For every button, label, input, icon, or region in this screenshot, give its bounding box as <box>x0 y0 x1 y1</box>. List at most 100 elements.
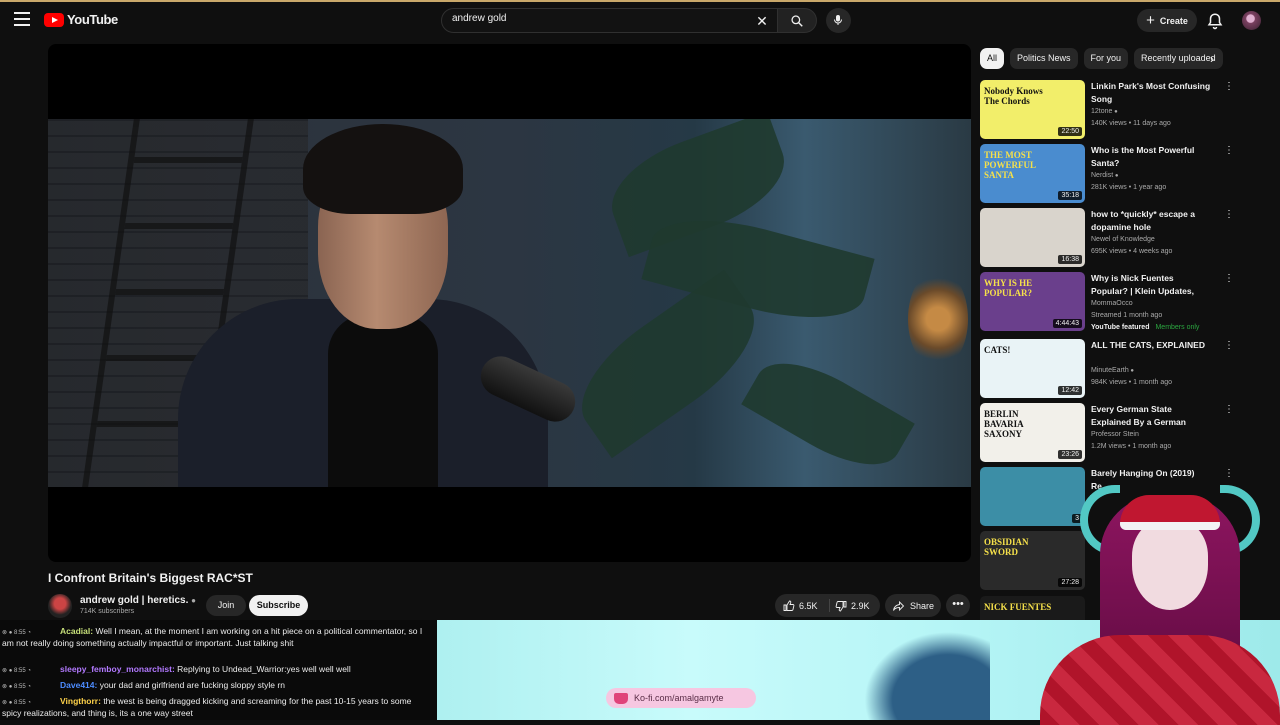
kofi-text: Ko-fi.com/amalgamyte <box>634 693 724 703</box>
search-button[interactable] <box>777 8 817 33</box>
video-thumbnail[interactable]: THE MOST POWERFUL SANTA 35:18 <box>980 144 1085 203</box>
menu-icon[interactable] <box>14 12 30 26</box>
dislike-button[interactable]: 2.9K <box>835 600 870 612</box>
chat-badges-icon: ⊗ ● 8:55 ◔ <box>2 630 31 636</box>
recommendation-channel[interactable]: MinuteEarth ● <box>1091 367 1134 374</box>
channel-avatar[interactable] <box>48 594 72 618</box>
thumbs-up-icon <box>783 600 795 611</box>
badges: YouTube featured Members only <box>1091 324 1199 331</box>
recommendation-meta: 1.2M views • 1 month ago <box>1091 443 1172 450</box>
vtuber-avatar <box>1040 455 1280 725</box>
recommendation-meta: 984K views • 1 month ago <box>1091 379 1173 386</box>
chevron-right-icon[interactable]: › <box>1210 52 1214 66</box>
recommendation-meta: 695K views • 4 weeks ago <box>1091 248 1173 255</box>
more-actions-button[interactable]: ••• <box>946 594 970 617</box>
clear-icon[interactable]: ✕ <box>753 12 771 30</box>
like-button[interactable]: 6.5K <box>783 600 818 612</box>
share-button[interactable]: Share <box>885 594 941 617</box>
join-button[interactable]: Join <box>206 595 246 616</box>
more-vert-icon[interactable]: ⋮ <box>1224 340 1234 351</box>
more-vert-icon[interactable]: ⋮ <box>1224 209 1234 220</box>
chat-username: Acadial: <box>60 626 94 636</box>
vtuber-face <box>1132 520 1208 610</box>
bell-icon[interactable] <box>1206 11 1224 31</box>
chat-username: sleepy_femboy_monarchist: <box>60 664 175 674</box>
chip-all[interactable]: All <box>980 48 1005 69</box>
members-only-badge: Members only <box>1155 324 1200 331</box>
channel-text: Newel of Knowledge <box>1091 236 1155 243</box>
recommendation-item[interactable]: WHY IS HE POPULAR? 4:44:43 Why is Nick Fue… <box>980 272 1234 332</box>
video-frame <box>48 119 971 487</box>
chat-badges-icon: ⊗ ● 8:55 ◔ <box>2 668 31 674</box>
search-icon <box>791 15 803 27</box>
recommendation-channel[interactable]: Nerdist ● <box>1091 172 1118 179</box>
kofi-link[interactable]: Ko-fi.com/amalgamyte <box>606 688 756 708</box>
plus-icon: + <box>1146 12 1155 29</box>
youtube-play-icon <box>44 12 64 27</box>
more-vert-icon[interactable]: ⋮ <box>1224 273 1234 284</box>
recommendation-channel[interactable]: Professor Stein <box>1091 431 1139 438</box>
voice-search-button[interactable] <box>826 8 851 33</box>
chat-message: ⊗ ● 8:55 ◔ Acadial: Well I mean, at the m… <box>2 626 432 648</box>
recommendation-item[interactable]: Nobody Knows The Chords 22:50 Linkin Park'… <box>980 80 1234 140</box>
channel-name-text: andrew gold | heretics. <box>80 595 189 606</box>
duration-badge: 16:38 <box>1058 255 1082 264</box>
chat-text: Replying to Undead_Warrior:yes well well… <box>177 664 351 674</box>
recommendation-item[interactable]: 16:38 how to *quickly* escape a dopamine … <box>980 208 1234 268</box>
hair <box>303 124 463 214</box>
thumbnail-text: Nobody Knows The Chords <box>984 86 1043 106</box>
video-thumbnail[interactable]: BERLIN BAVARIA SAXONY 23:26 <box>980 403 1085 462</box>
recommendation-meta: 281K views • 1 year ago <box>1091 184 1167 191</box>
recommendation-title[interactable]: how to *quickly* escape a dopamine hole <box>1091 208 1211 233</box>
divider <box>829 599 830 612</box>
dragon-decoration <box>850 620 990 720</box>
santa-hat <box>1120 495 1220 530</box>
recommendation-channel[interactable]: 12tone ● <box>1091 108 1118 115</box>
video-thumbnail[interactable]: OBSIDIAN SWORD 27:28 <box>980 531 1085 590</box>
chip-for-you[interactable]: For you <box>1083 48 1129 69</box>
duration-badge: 35:18 <box>1058 191 1082 200</box>
recommendation-title[interactable]: ALL THE CATS, EXPLAINED <box>1091 339 1211 352</box>
video-thumbnail[interactable]: WHY IS HE POPULAR? 4:44:43 <box>980 272 1085 331</box>
channel-name[interactable]: andrew gold | heretics. ● <box>80 595 196 606</box>
chip-politics-news[interactable]: Politics News <box>1010 48 1078 69</box>
recommendation-title[interactable]: Who is the Most Powerful Santa? <box>1091 144 1211 169</box>
more-vert-icon[interactable]: ⋮ <box>1224 145 1234 156</box>
youtube-logo[interactable]: YouTube <box>44 12 118 27</box>
chat-username: Vingthorr: <box>60 696 101 706</box>
channel-text: Professor Stein <box>1091 431 1139 438</box>
subscribe-button[interactable]: Subscribe <box>249 595 308 616</box>
recommendation-channel[interactable]: Newel of Knowledge <box>1091 236 1155 243</box>
verified-icon: ● <box>1113 173 1119 179</box>
kofi-cup-icon <box>614 692 628 704</box>
video-thumbnail[interactable]: 3 <box>980 467 1085 526</box>
recommendation-item[interactable]: THE MOST POWERFUL SANTA 35:18 Who is the M… <box>980 144 1234 204</box>
shirt <box>328 314 438 487</box>
more-vert-icon[interactable]: ⋮ <box>1224 404 1234 415</box>
search-input[interactable] <box>452 13 752 24</box>
video-player[interactable] <box>48 44 971 562</box>
video-thumbnail[interactable]: CATS! 12:42 <box>980 339 1085 398</box>
chat-message: ⊗ ● 8:55 ◔ Vingthorr: the west is being d… <box>2 696 432 718</box>
search-box[interactable]: ✕ <box>441 8 778 33</box>
duration-badge: 27:28 <box>1058 578 1082 587</box>
recommendation-item[interactable]: BERLIN BAVARIA SAXONY 23:26 Every German S… <box>980 403 1234 463</box>
christmas-sweater <box>1040 635 1280 725</box>
more-vert-icon[interactable]: ⋮ <box>1224 81 1234 92</box>
recommendation-title[interactable]: Linkin Park's Most Confusing Song <box>1091 80 1211 105</box>
thumbnail-text: CATS! <box>984 345 1011 355</box>
share-icon <box>893 600 905 611</box>
avatar[interactable] <box>1242 11 1261 30</box>
recommendation-channel[interactable]: MommaOcco <box>1091 300 1133 307</box>
top-bar: YouTube ✕ + Create <box>0 0 1280 38</box>
thumbnail-text: NICK FUENTES <box>984 602 1052 612</box>
recommendation-title[interactable]: Every German State Explained By a German <box>1091 403 1211 428</box>
create-button[interactable]: + Create <box>1137 9 1197 32</box>
video-thumbnail[interactable]: 16:38 <box>980 208 1085 267</box>
recommendation-title[interactable]: Why is Nick Fuentes Popular? | Klein Upd… <box>1091 272 1211 297</box>
channel-text: MinuteEarth <box>1091 367 1129 374</box>
recommendation-item[interactable]: CATS! 12:42 ALL THE CATS, EXPLAINED MinuteE… <box>980 339 1234 399</box>
chat-message: ⊗ ● 8:55 ◔ sleepy_femboy_monarchist: Repl… <box>2 664 432 676</box>
video-thumbnail[interactable]: Nobody Knows The Chords 22:50 <box>980 80 1085 139</box>
plant-leaf <box>741 343 915 485</box>
